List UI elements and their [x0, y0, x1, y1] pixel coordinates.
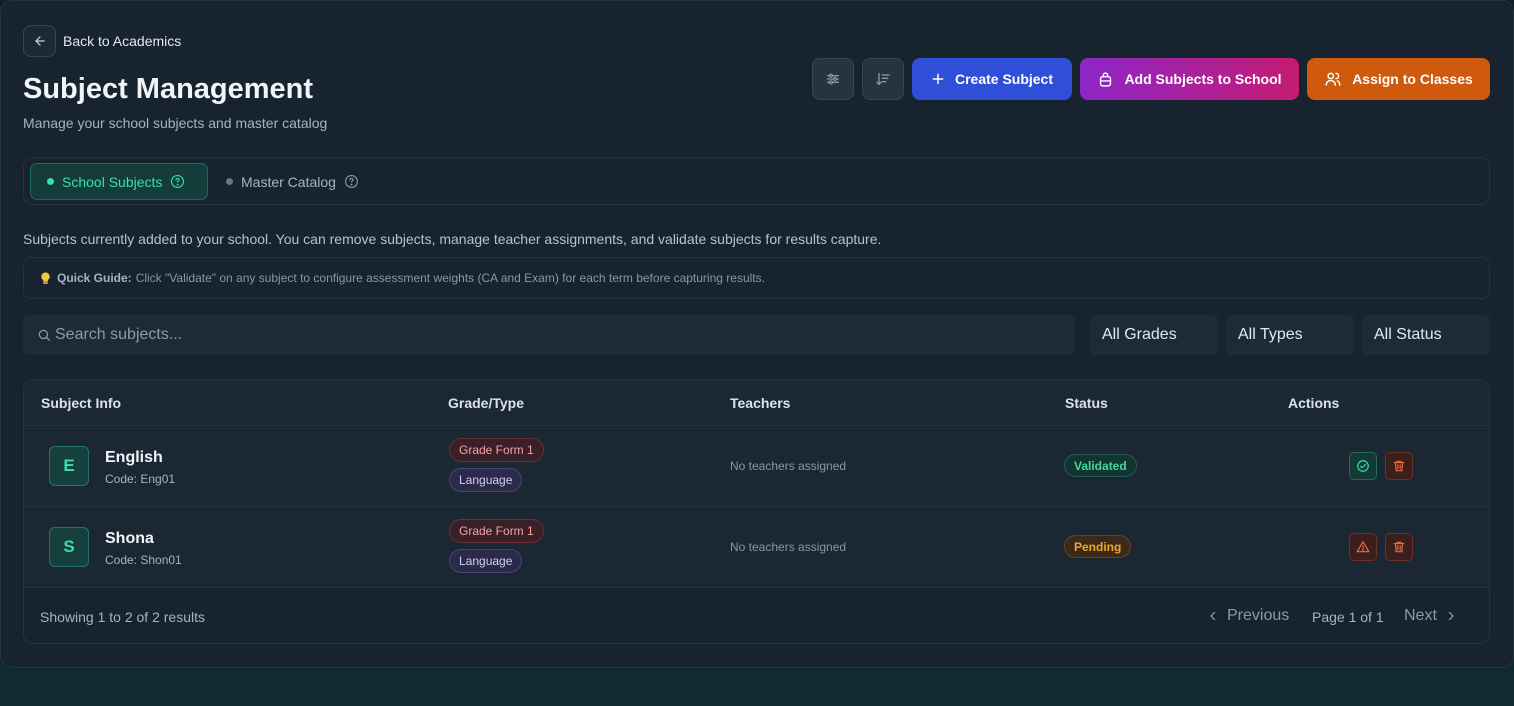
- grade-badge: Grade Form 1: [449, 519, 544, 543]
- quick-guide: Quick Guide: Click "Validate" on any sub…: [23, 257, 1490, 299]
- lightbulb-icon: [41, 272, 50, 284]
- grade-badge: Grade Form 1: [449, 438, 544, 462]
- column-header: Grade/Type: [448, 395, 524, 411]
- subject-name: English: [105, 449, 163, 466]
- delete-button[interactable]: [1385, 452, 1413, 480]
- inactive-dot-icon: [226, 178, 233, 185]
- table-row: E English Code: Eng01 Grade Form 1 Langu…: [24, 425, 1489, 506]
- validate-warning-button[interactable]: [1349, 533, 1377, 561]
- create-subject-label: Create Subject: [954, 71, 1054, 87]
- tab-label: School Subjects: [62, 173, 163, 190]
- status-badge: Validated: [1064, 454, 1137, 477]
- create-subject-button[interactable]: Create Subject: [912, 58, 1072, 100]
- back-link[interactable]: Back to Academics: [63, 33, 181, 49]
- teachers-text: No teachers assigned: [730, 540, 847, 554]
- type-filter-select[interactable]: All Types: [1226, 315, 1354, 355]
- quick-guide-title: Quick Guide:: [57, 271, 132, 285]
- results-count: Showing 1 to 2 of 2 results: [40, 609, 205, 625]
- trash-icon: [1393, 460, 1405, 472]
- assign-classes-button[interactable]: Assign to Classes: [1307, 58, 1490, 100]
- back-button[interactable]: [23, 25, 56, 57]
- type-filter-value: All Types: [1238, 326, 1303, 343]
- subject-avatar: E: [49, 446, 89, 486]
- subjects-table: Subject Info Grade/Type Teachers Status …: [23, 379, 1490, 644]
- status-filter-value: All Status: [1374, 326, 1442, 343]
- tab-label: Master Catalog: [241, 173, 336, 190]
- quick-guide-text: Click "Validate" on any subject to confi…: [135, 271, 765, 285]
- main-panel: Back to Academics Subject Management Man…: [0, 0, 1514, 668]
- filter-settings-button[interactable]: [812, 58, 854, 100]
- delete-button[interactable]: [1385, 533, 1413, 561]
- column-header: Status: [1065, 395, 1108, 411]
- validate-button[interactable]: [1349, 452, 1377, 480]
- table-footer: Showing 1 to 2 of 2 results Previous Pag…: [24, 587, 1489, 643]
- subject-name: Shona: [105, 530, 154, 547]
- help-icon[interactable]: [344, 174, 359, 189]
- section-description: Subjects currently added to your school.…: [23, 231, 882, 247]
- previous-label: Previous: [1227, 607, 1290, 624]
- sliders-icon: [827, 73, 839, 85]
- add-subjects-button[interactable]: Add Subjects to School: [1080, 58, 1299, 100]
- next-label: Next: [1404, 607, 1437, 624]
- active-dot-icon: [47, 178, 54, 185]
- column-header: Subject Info: [41, 395, 122, 411]
- help-icon[interactable]: [170, 174, 185, 189]
- tab-master-catalog[interactable]: Master Catalog: [226, 163, 359, 200]
- teachers-text: No teachers assigned: [730, 459, 847, 473]
- plus-icon: [932, 73, 944, 85]
- subject-avatar: S: [49, 527, 89, 567]
- page-subtitle: Manage your school subjects and master c…: [23, 115, 328, 131]
- type-badge: Language: [449, 468, 523, 492]
- arrow-left-icon: [34, 36, 45, 46]
- page-indicator: Page 1 of 1: [1312, 609, 1384, 625]
- subject-code: Code: Shon01: [105, 553, 182, 567]
- tabs-bar: School Subjects Master Catalog: [23, 157, 1490, 205]
- grade-filter-select[interactable]: All Grades: [1090, 315, 1218, 355]
- status-badge: Pending: [1064, 535, 1132, 558]
- sort-icon: [876, 73, 890, 86]
- sort-button[interactable]: [862, 58, 904, 100]
- subject-code: Code: Eng01: [105, 472, 176, 486]
- previous-page-button[interactable]: Previous: [1207, 607, 1289, 625]
- status-filter-select[interactable]: All Status: [1362, 315, 1490, 355]
- chevron-left-icon: [1210, 611, 1216, 621]
- chevron-right-icon: [1448, 611, 1454, 621]
- add-subjects-label: Add Subjects to School: [1124, 71, 1282, 87]
- check-circle-icon: [1357, 460, 1369, 472]
- column-header: Actions: [1288, 395, 1340, 411]
- column-header: Teachers: [730, 395, 791, 411]
- grade-filter-value: All Grades: [1102, 326, 1177, 343]
- users-icon: [1325, 72, 1341, 86]
- next-page-button[interactable]: Next: [1404, 607, 1457, 625]
- tab-school-subjects[interactable]: School Subjects: [30, 163, 208, 200]
- table-header: Subject Info Grade/Type Teachers Status …: [24, 380, 1489, 425]
- table-row: S Shona Code: Shon01 Grade Form 1 Langua…: [24, 506, 1489, 587]
- search-box[interactable]: [23, 315, 1075, 355]
- warning-triangle-icon: [1356, 541, 1370, 553]
- page-title: Subject Management: [23, 73, 314, 105]
- type-badge: Language: [449, 549, 523, 573]
- trash-icon: [1393, 541, 1405, 553]
- backpack-icon: [1100, 71, 1112, 87]
- assign-classes-label: Assign to Classes: [1352, 71, 1473, 87]
- search-input[interactable]: [55, 326, 955, 344]
- search-icon: [38, 329, 50, 341]
